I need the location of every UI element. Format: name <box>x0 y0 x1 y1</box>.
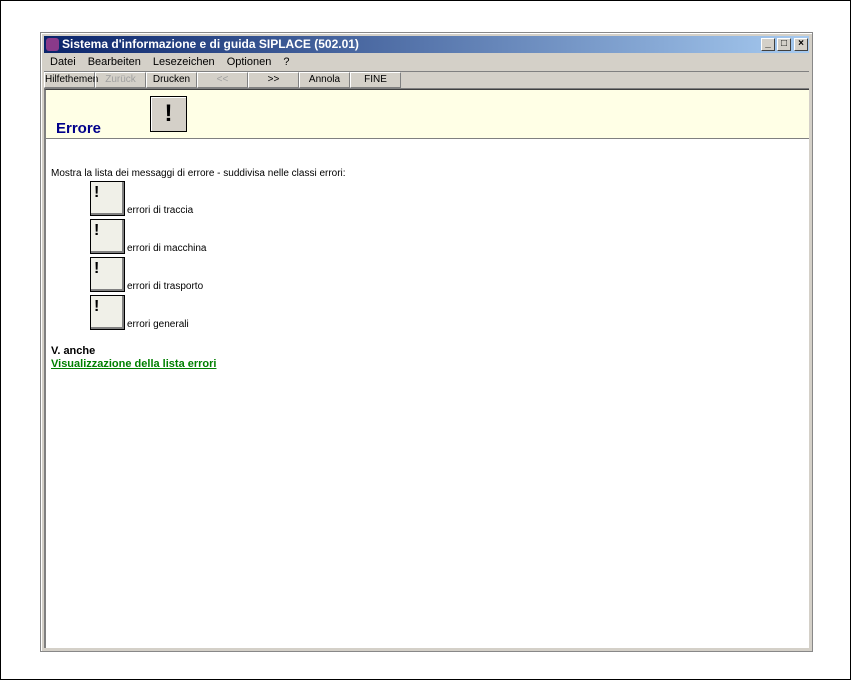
print-button[interactable]: Drucken <box>146 72 197 88</box>
next-button[interactable]: >> <box>248 72 299 88</box>
hilfethemen-button[interactable]: Hilfethemen <box>44 72 98 88</box>
machine-error-icon[interactable]: ! <box>90 219 125 254</box>
error-icon: ! <box>150 96 187 132</box>
page-title: Errore <box>56 120 102 137</box>
title-bar: Sistema d'informazione e di guida SIPLAC… <box>44 36 809 53</box>
menu-datei[interactable]: Datei <box>44 54 82 71</box>
list-item[interactable]: ! errori generali <box>90 294 189 330</box>
annota-button[interactable]: Annola <box>299 72 350 88</box>
see-also-label: V. anche <box>51 345 96 357</box>
list-item[interactable]: ! errori di trasporto <box>90 256 203 292</box>
topic-header: ! Errore <box>46 90 809 139</box>
prev-button[interactable]: << <box>197 72 248 88</box>
menu-bearbeiten[interactable]: Bearbeiten <box>82 54 147 71</box>
menu-lesezeichen[interactable]: Lesezeichen <box>147 54 221 71</box>
help-window: Sistema d'informazione e di guida SIPLAC… <box>40 32 813 652</box>
menu-bar: Datei Bearbeiten Lesezeichen Optionen ? <box>44 54 295 71</box>
back-button[interactable]: Zurück <box>95 72 146 88</box>
error-list-link[interactable]: Visualizzazione della lista errori <box>51 358 216 370</box>
app-icon <box>46 38 59 51</box>
minimize-button[interactable]: _ <box>761 38 775 51</box>
track-error-icon[interactable]: ! <box>90 181 125 216</box>
transport-error-icon[interactable]: ! <box>90 257 125 292</box>
list-item[interactable]: ! errori di traccia <box>90 180 193 216</box>
menu-optionen[interactable]: Optionen <box>221 54 278 71</box>
window-title: Sistema d'informazione e di guida SIPLAC… <box>62 37 359 51</box>
description: Mostra la lista dei messaggi di errore -… <box>51 168 346 179</box>
menu-help[interactable]: ? <box>277 54 295 71</box>
close-button[interactable]: × <box>794 38 808 51</box>
list-item[interactable]: ! errori di macchina <box>90 218 206 254</box>
maximize-button[interactable]: □ <box>777 38 791 51</box>
general-error-icon[interactable]: ! <box>90 295 125 330</box>
toolbar: Hilfethemen Zurück Drucken << >> Annola … <box>44 71 809 89</box>
fine-button[interactable]: FINE <box>350 72 401 88</box>
help-content: ! Errore Mostra la lista dei messaggi di… <box>44 89 809 648</box>
